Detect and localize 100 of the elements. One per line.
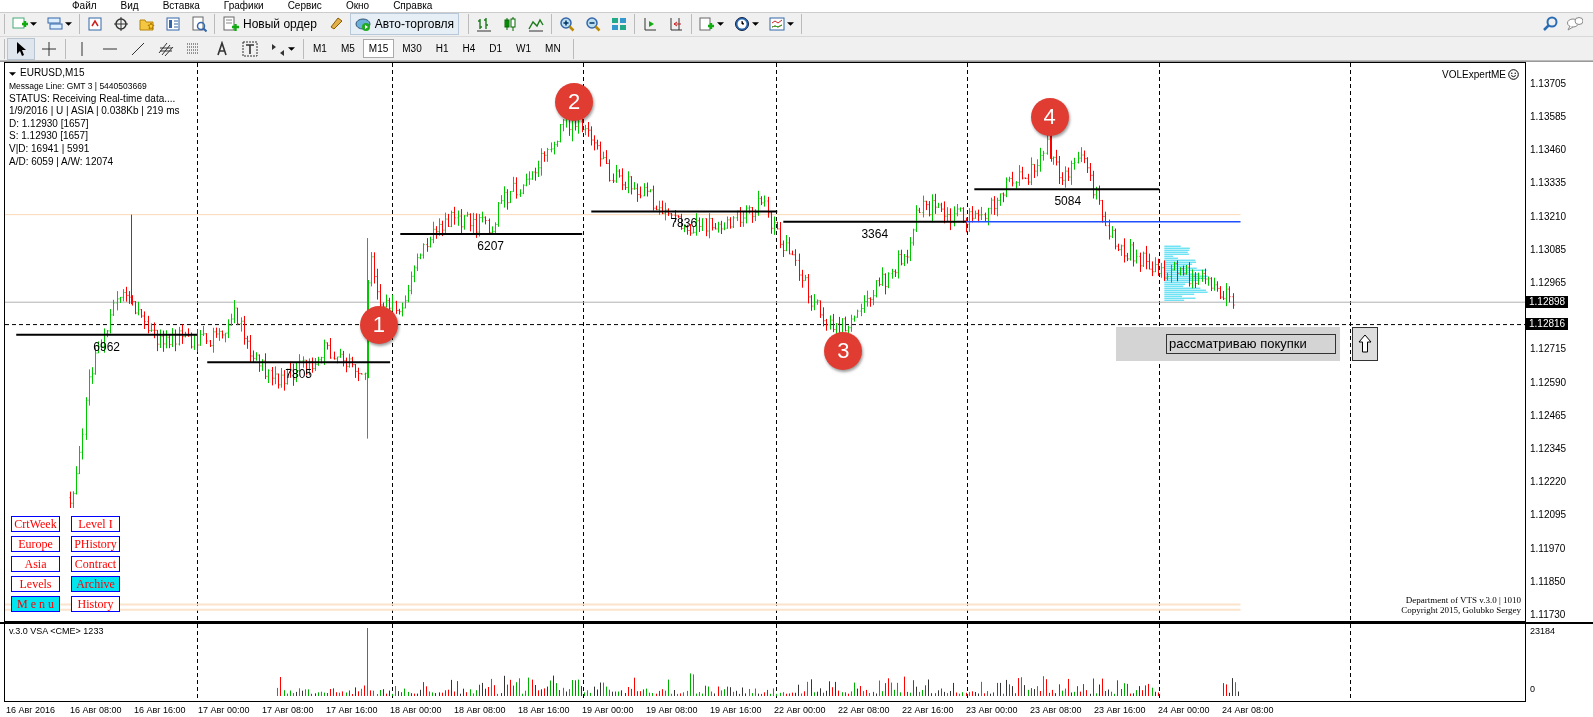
- folder-star-icon[interactable]: [139, 16, 155, 33]
- timeframe-tab[interactable]: M15: [362, 39, 395, 59]
- robot-play-icon: [354, 16, 371, 33]
- panel-button[interactable]: Levels: [11, 576, 60, 593]
- time-label: 16 Авг 08:00: [70, 704, 123, 715]
- price-tick: 1.12465: [1530, 409, 1567, 421]
- price-tick: 1.12715: [1530, 342, 1567, 354]
- up-arrow-button[interactable]: [1352, 327, 1379, 362]
- menu-item[interactable]: Окно: [333, 0, 382, 12]
- chat-icon[interactable]: [1567, 16, 1583, 33]
- panel-button[interactable]: Asia: [11, 556, 60, 573]
- timeframe-tab[interactable]: H1: [429, 39, 455, 59]
- timeframe-tab[interactable]: M5: [334, 39, 361, 59]
- candlestick-icon[interactable]: [502, 16, 519, 33]
- info-line: STATUS: Receiving Real-time data....: [9, 92, 176, 106]
- zoom-in-icon[interactable]: [559, 16, 576, 33]
- price-tick: 1.13460: [1530, 143, 1567, 155]
- price-tick: 1.13705: [1530, 77, 1567, 89]
- credit-text: Department of VTS v.3.0 | 1010: [1405, 595, 1521, 606]
- info-line: 1/9/2016 | U | ASIA | 0.038Kb | 219 ms: [9, 105, 180, 118]
- time-label: 23 Авг 00:00: [966, 704, 1019, 715]
- number-marker: 4: [1030, 98, 1069, 137]
- menu-item[interactable]: Вид: [108, 0, 151, 12]
- caret-icon[interactable]: [9, 71, 16, 76]
- menu-item[interactable]: Графики: [211, 0, 276, 12]
- panel-button[interactable]: History: [71, 596, 120, 613]
- price-tick: 1.13335: [1530, 176, 1567, 188]
- timeframe-tab[interactable]: M1: [307, 39, 333, 59]
- line-chart-icon[interactable]: [528, 16, 545, 33]
- menu-item[interactable]: Вставка: [150, 0, 212, 12]
- time-label: 16 Авг 2016: [6, 704, 57, 715]
- time-label: 24 Авг 08:00: [1222, 704, 1275, 715]
- price-tick: 1.13585: [1530, 110, 1567, 122]
- new-order-button[interactable]: Новый ордер: [218, 13, 322, 36]
- credit-text: Copyright 2015, Golubko Sergey: [1401, 605, 1521, 616]
- line-price-label: 1.12816: [1526, 318, 1569, 330]
- menu-item[interactable]: Сервис: [275, 0, 334, 12]
- navigator-icon[interactable]: [165, 16, 181, 33]
- caret-icon[interactable]: [65, 22, 72, 27]
- note-field[interactable]: рассматриваю покупки: [1166, 333, 1337, 354]
- price-tick: 1.12345: [1530, 442, 1567, 454]
- templates-icon[interactable]: [769, 16, 786, 33]
- menu-item[interactable]: Справка: [381, 0, 445, 12]
- info-line: Message Line: GMT 3 | 5440503669: [9, 80, 147, 93]
- time-label: 18 Авг 00:00: [390, 704, 443, 715]
- tile-windows-icon[interactable]: [611, 16, 628, 33]
- price-tick: 1.12220: [1530, 475, 1567, 487]
- smiley-icon: [1508, 69, 1519, 81]
- auto-scroll-icon[interactable]: [642, 16, 659, 33]
- timeframe-tab[interactable]: H4: [456, 39, 482, 59]
- chart-shift-icon[interactable]: [668, 16, 685, 33]
- candlesticks-drawing: [965, 196, 996, 234]
- panel-button[interactable]: Europe: [11, 536, 60, 553]
- text-icon[interactable]: [214, 40, 230, 57]
- info-line: S: 1.12930 [1657]: [9, 130, 88, 143]
- caret-icon[interactable]: [30, 22, 37, 27]
- panel-button[interactable]: CrtWeek: [11, 516, 60, 533]
- timeframe-tab[interactable]: D1: [483, 39, 509, 59]
- timeframe-tab[interactable]: MN: [539, 39, 567, 59]
- time-label: 17 Авг 00:00: [198, 704, 251, 715]
- caret-icon[interactable]: [787, 22, 795, 27]
- time-label: 23 Авг 16:00: [1094, 704, 1147, 715]
- text-label-icon[interactable]: [242, 40, 258, 57]
- caret-icon[interactable]: [752, 22, 760, 27]
- number-marker: 2: [555, 83, 593, 122]
- timeframe-tab[interactable]: M30: [396, 39, 428, 59]
- panel-button[interactable]: PHistory: [71, 536, 120, 553]
- zoom-out-icon[interactable]: [585, 16, 602, 33]
- price-tick: 1.11730: [1530, 608, 1566, 620]
- panel-button[interactable]: Level I: [71, 516, 120, 533]
- indicator-name: VOLExpertME: [1442, 69, 1506, 81]
- channel-icon[interactable]: [158, 40, 174, 57]
- level-value: 6207: [477, 238, 505, 253]
- price-tick: 1.12095: [1530, 508, 1567, 520]
- volume-min-label: 0: [1530, 684, 1535, 695]
- info-line: A/D: 6059 | A/W: 12074: [9, 155, 114, 169]
- crosshair-icon[interactable]: [113, 16, 129, 33]
- clock-icon[interactable]: [734, 16, 751, 33]
- menu-item[interactable]: Файл: [60, 0, 109, 12]
- panel-button[interactable]: Contract: [71, 556, 120, 573]
- price-tick: 1.12590: [1530, 376, 1567, 387]
- time-label: 22 Авг 00:00: [774, 704, 827, 715]
- auto-trading-button[interactable]: Авто-торговля: [349, 13, 460, 36]
- candlesticks-drawing: [708, 206, 742, 240]
- chart-search-icon[interactable]: [191, 16, 207, 33]
- indicator-title: v.3.0 VSA <CME> 1233: [9, 626, 104, 637]
- time-label: 22 Авг 16:00: [902, 704, 955, 715]
- trend-line-icon[interactable]: [130, 40, 146, 57]
- search-icon[interactable]: [1543, 16, 1559, 33]
- timeframe-tab[interactable]: W1: [510, 39, 538, 59]
- up-arrow-icon: [1358, 334, 1373, 355]
- time-label: 22 Авг 08:00: [838, 704, 891, 715]
- level-value: 3364: [861, 227, 889, 242]
- market-watch-icon[interactable]: [87, 16, 103, 33]
- caret-icon[interactable]: [288, 46, 295, 51]
- time-label: 24 Авг 00:00: [1158, 704, 1211, 715]
- time-label: 18 Авг 08:00: [454, 704, 507, 715]
- time-label: 17 Авг 16:00: [326, 704, 379, 715]
- caret-icon[interactable]: [717, 22, 725, 27]
- bar-chart-icon[interactable]: [476, 16, 493, 33]
